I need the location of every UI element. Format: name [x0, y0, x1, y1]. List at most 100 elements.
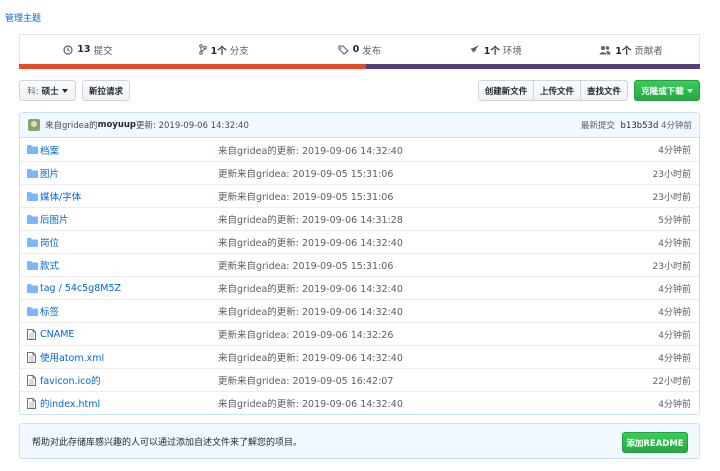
language-bar[interactable]	[19, 64, 700, 69]
tag-icon	[338, 45, 349, 55]
folder-icon	[20, 284, 40, 293]
commit-text[interactable]: 更新: 2019-09-06 14:32:40	[136, 119, 249, 131]
stat-commits-label: 提交	[94, 43, 113, 57]
commit-message-link[interactable]: 来自gridea的更新: 2019-09-06 14:32:40	[218, 350, 619, 364]
file-row: 标签来自gridea的更新: 2019-09-06 14:32:404分钟前	[20, 299, 699, 322]
stat-releases[interactable]: 0 发布	[292, 43, 428, 57]
commit-message-link[interactable]: 来自gridea的更新: 2019-09-06 14:32:40	[218, 143, 619, 157]
branch-value: 硕士	[42, 85, 59, 97]
file-icon	[20, 352, 40, 363]
stat-environments-label: 环境	[503, 43, 522, 57]
stat-branches[interactable]: 1个 分支	[156, 43, 292, 57]
commit-prefix: 来自gridea的	[45, 119, 98, 131]
caret-down-icon	[62, 89, 68, 93]
file-row: 使用atom.xml来自gridea的更新: 2019-09-06 14:32:…	[20, 345, 699, 368]
stat-branches-label: 分支	[230, 43, 249, 57]
folder-icon	[20, 215, 40, 224]
commit-age: 22小时前	[619, 374, 699, 387]
commit-age: 4分钟前	[619, 397, 699, 410]
commit-message-link[interactable]: 更新来自gridea: 2019-09-05 16:42:07	[218, 373, 619, 387]
stat-environments-count: 1个	[484, 43, 500, 57]
commit-age: 23小时前	[619, 259, 699, 272]
folder-icon	[20, 238, 40, 247]
file-row: tag / 54c5g8M5Z来自gridea的更新: 2019-09-06 1…	[20, 276, 699, 299]
file-icon	[20, 329, 40, 340]
file-name-link[interactable]: 后图片	[40, 212, 218, 226]
commit-age: 4分钟前	[619, 143, 699, 156]
commit-message-link[interactable]: 更新来自gridea: 2019-09-05 15:31:06	[218, 189, 619, 203]
folder-icon	[20, 261, 40, 270]
file-row: 的index.html来自gridea的更新: 2019-09-06 14:32…	[20, 391, 699, 414]
latest-commit-bar: 来自gridea的 moyuup 更新: 2019-09-06 14:32:40…	[20, 113, 699, 138]
file-name-link[interactable]: 媒体/字体	[40, 189, 218, 203]
stat-releases-count: 0	[353, 44, 360, 55]
file-name-link[interactable]: 使用atom.xml	[40, 350, 218, 364]
language-segment[interactable]	[19, 64, 366, 69]
file-icon	[20, 398, 40, 409]
file-row: 档案来自gridea的更新: 2019-09-06 14:32:404分钟前	[20, 138, 699, 161]
stat-commits-count: 13	[77, 44, 90, 55]
file-name-link[interactable]: 图片	[40, 166, 218, 180]
stat-releases-label: 发布	[362, 43, 381, 57]
upload-files-button[interactable]: 上传文件	[533, 80, 581, 101]
branch-icon	[199, 44, 207, 55]
caret-down-icon	[687, 89, 693, 93]
branch-select-button[interactable]: 科: 硕士	[19, 80, 76, 101]
file-name-link[interactable]: 款式	[40, 258, 218, 272]
stat-commits[interactable]: 13 提交	[20, 43, 156, 57]
repo-stats: 13 提交 1个 分支 0 发布 1个 环境	[19, 34, 700, 69]
file-icon	[20, 375, 40, 386]
file-name-link[interactable]: favicon.ico的	[40, 373, 218, 387]
branch-label: 科:	[27, 85, 38, 97]
file-name-link[interactable]: 档案	[40, 143, 218, 157]
file-toolbar: 科: 硕士 新拉请求 创建新文件 上传文件 查找文件 克隆或下载	[19, 80, 700, 102]
commit-age: 23小时前	[619, 167, 699, 180]
file-name-link[interactable]: 标签	[40, 304, 218, 318]
avatar[interactable]	[28, 119, 40, 131]
file-row: 媒体/字体更新来自gridea: 2019-09-05 15:31:0623小时…	[20, 184, 699, 207]
folder-icon	[20, 192, 40, 201]
commit-age: 5分钟前	[619, 213, 699, 226]
file-name-link[interactable]: 岗位	[40, 235, 218, 249]
rocket-icon	[469, 44, 480, 55]
commit-message-link[interactable]: 来自gridea的更新: 2019-09-06 14:32:40	[218, 304, 619, 318]
folder-icon	[20, 307, 40, 316]
commit-author[interactable]: moyuup	[98, 120, 136, 130]
commit-message-link[interactable]: 更新来自gridea: 2019-09-05 15:31:06	[218, 258, 619, 272]
commit-sha[interactable]: b13b53d	[621, 121, 659, 131]
new-pull-request-button[interactable]: 新拉请求	[82, 80, 130, 101]
commit-age: 4分钟前	[619, 328, 699, 341]
add-readme-button[interactable]: 添加README	[622, 432, 688, 453]
commit-age: 4分钟前	[619, 282, 699, 295]
stat-contributors[interactable]: 1个 贡献者	[563, 43, 699, 57]
language-segment[interactable]	[366, 64, 700, 69]
latest-commit-info: 最新提交 b13b53d 4分钟前	[581, 119, 692, 131]
file-actions-group: 创建新文件 上传文件 查找文件	[478, 80, 628, 101]
file-name-link[interactable]: CNAME	[40, 329, 218, 340]
stat-environments[interactable]: 1个 环境	[427, 43, 563, 57]
commit-message-link[interactable]: 来自gridea的更新: 2019-09-06 14:32:40	[218, 281, 619, 295]
commit-message-link[interactable]: 更新来自gridea: 2019-09-05 15:31:06	[218, 166, 619, 180]
stat-branches-count: 1个	[211, 43, 227, 57]
history-icon	[63, 45, 73, 55]
commit-message-link[interactable]: 来自gridea的更新: 2019-09-06 14:31:28	[218, 212, 619, 226]
commit-message-link[interactable]: 来自gridea的更新: 2019-09-06 14:32:40	[218, 396, 619, 410]
stat-contributors-label: 贡献者	[634, 43, 663, 57]
file-row: favicon.ico的更新来自gridea: 2019-09-05 16:42…	[20, 368, 699, 391]
find-file-button[interactable]: 查找文件	[580, 80, 628, 101]
latest-commit-label: 最新提交	[581, 121, 615, 131]
file-list: 来自gridea的 moyuup 更新: 2019-09-06 14:32:40…	[19, 112, 700, 415]
commit-age: 4分钟前	[619, 236, 699, 249]
file-name-link[interactable]: 的index.html	[40, 396, 218, 410]
create-file-button[interactable]: 创建新文件	[478, 80, 534, 101]
clone-download-button[interactable]: 克隆或下载	[634, 80, 700, 101]
commit-message-link[interactable]: 来自gridea的更新: 2019-09-06 14:32:40	[218, 235, 619, 249]
folder-icon	[20, 169, 40, 178]
readme-prompt-text: 帮助对此存储库感兴趣的人可以通过添加自述文件来了解您的项目。	[32, 435, 302, 448]
file-row: CNAME更新来自gridea: 2019-09-06 14:32:264分钟前	[20, 322, 699, 345]
file-name-link[interactable]: tag / 54c5g8M5Z	[40, 283, 218, 294]
file-row: 款式更新来自gridea: 2019-09-05 15:31:0623小时前	[20, 253, 699, 276]
manage-topics-link[interactable]: 管理主题	[5, 11, 41, 24]
file-row: 后图片来自gridea的更新: 2019-09-06 14:31:285分钟前	[20, 207, 699, 230]
commit-message-link[interactable]: 更新来自gridea: 2019-09-06 14:32:26	[218, 327, 619, 341]
